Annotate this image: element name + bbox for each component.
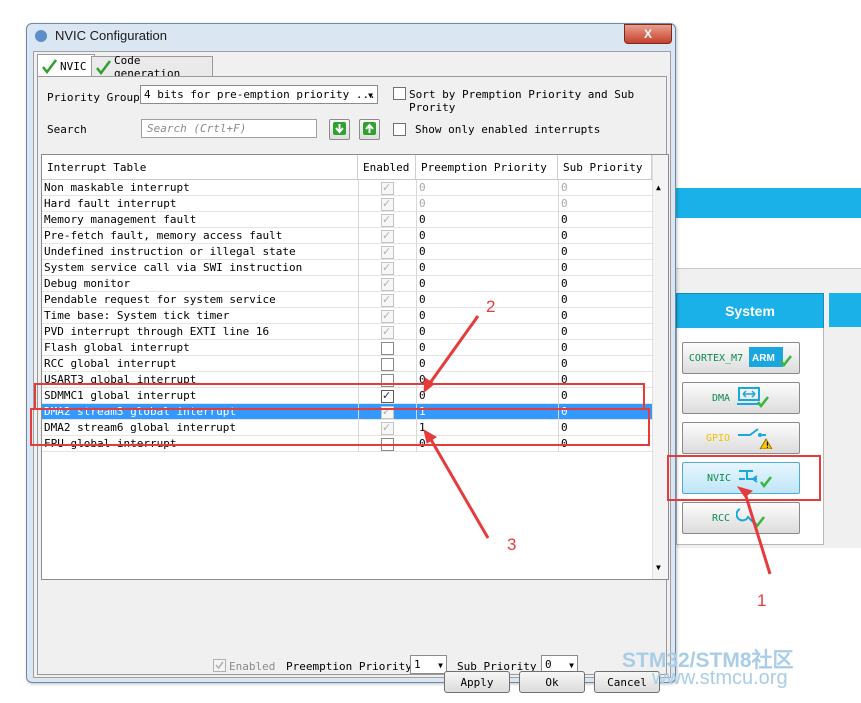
arrow-1-head — [736, 486, 754, 498]
arrow-3-line — [428, 437, 490, 539]
annotation-label-3: 3 — [507, 535, 517, 554]
arrow-3-head — [423, 428, 437, 444]
annotation-label-2: 2 — [486, 297, 496, 316]
arrow-2-line — [428, 315, 480, 384]
watermark-url: www.stmcu.org — [652, 667, 788, 689]
annotation-arrows — [423, 315, 772, 575]
arrow-1-line — [743, 492, 772, 575]
annotation-label-1: 1 — [757, 591, 767, 610]
